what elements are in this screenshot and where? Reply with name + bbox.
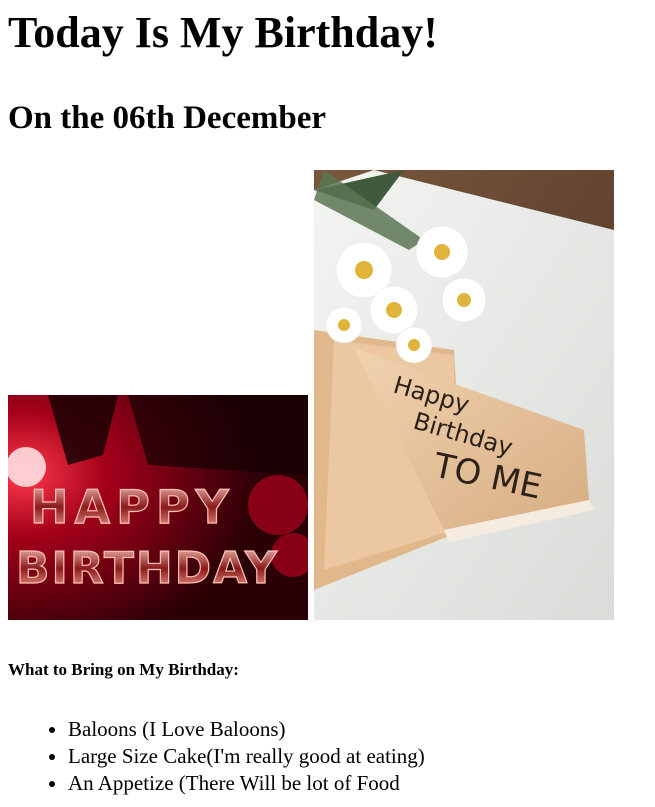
photo-gallery: HAPPY BIRTHDAY Happy Birthday TO ME bbox=[8, 170, 647, 620]
page-subtitle: On the 06th December bbox=[8, 100, 327, 136]
balloon-letters-birthday: BIRTHDAY bbox=[16, 543, 279, 594]
list-item: An Appetize (There Will be lot of Food bbox=[68, 770, 647, 797]
birthday-notebook-flowers-image: Happy Birthday TO ME bbox=[314, 170, 614, 620]
list-item: Large Size Cake(I'm really good at eatin… bbox=[68, 743, 647, 770]
page-title: Today Is My Birthday! bbox=[8, 8, 438, 57]
list-item: Baloons (I Love Baloons) bbox=[68, 716, 647, 743]
birthday-balloons-image: HAPPY BIRTHDAY bbox=[8, 395, 308, 620]
balloon-letters-happy: HAPPY bbox=[30, 480, 235, 534]
bring-list: Baloons (I Love Baloons) Large Size Cake… bbox=[8, 716, 647, 797]
page-container: Today Is My Birthday! On the 06th Decemb… bbox=[0, 6, 655, 797]
bring-section-heading: What to Bring on My Birthday: bbox=[8, 660, 239, 679]
